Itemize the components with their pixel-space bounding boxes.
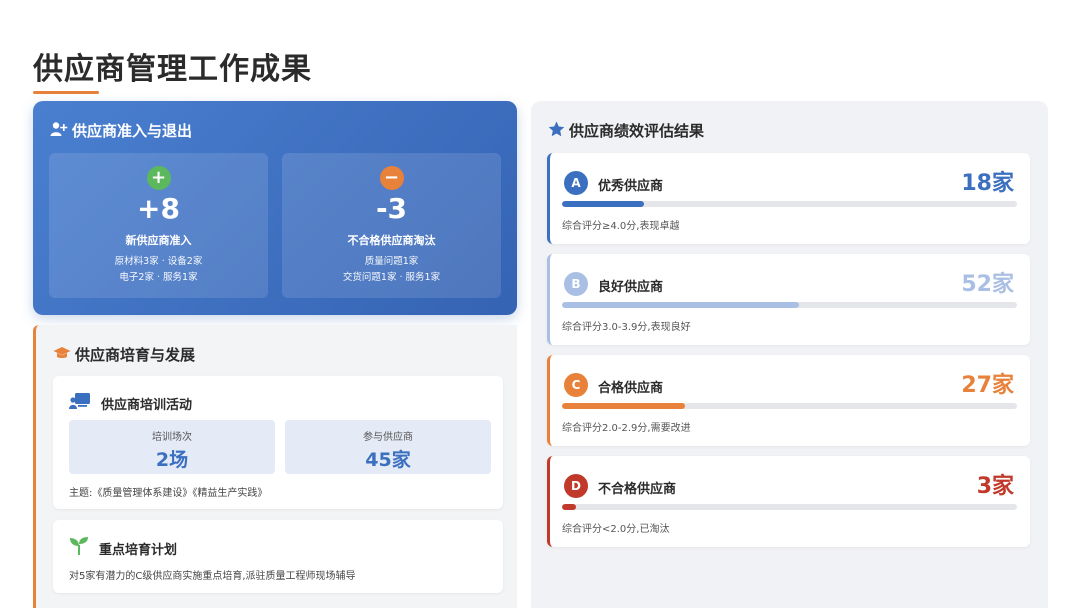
removed-supplier-detail-2: 交货问题1家 · 服务1家 [342,272,441,283]
grade-name: 合格供应商 [598,381,664,396]
training-title: 供应商培训活动 [101,397,193,413]
grade-count: 18家 [961,171,1014,196]
grade-badge: B [564,272,588,296]
plan-title: 重点培育计划 [99,542,178,558]
grade-progress-track [562,403,1017,409]
development-card-header: 供应商培育与发展 [53,344,195,365]
grade-badge: C [564,373,588,397]
minus-icon: − [379,166,404,190]
grade-count: 3家 [976,474,1014,499]
training-sessions-label: 培训场次 [152,432,192,443]
grade-card-d: D 不合格供应商 3家综合评分<2.0分,已淘汰 [547,456,1030,547]
user-plus-icon [50,121,68,141]
new-supplier-detail-2: 电子2家 · 服务1家 [119,272,198,283]
training-header: 供应商培训活动 [69,392,192,414]
training-topics: 主题:《质量管理体系建设》《精益生产实践》 [69,488,268,499]
new-supplier-stat: + +8 新供应商准入 原材料3家 · 设备2家 电子2家 · 服务1家 [49,153,268,298]
training-activity-card: 供应商培训活动 培训场次 2场 参与供应商 45家 主题:《质量管理体系建设》《… [53,376,503,509]
grade-badge: D [564,474,588,498]
training-sessions-value: 2场 [155,449,189,471]
training-sessions-box: 培训场次 2场 [69,420,275,474]
grade-name: 良好供应商 [598,280,664,295]
page-title: 供应商管理工作成果 [33,52,312,87]
development-card-title: 供应商培育与发展 [75,346,196,364]
grade-name: 优秀供应商 [598,179,664,194]
removed-supplier-detail-1: 质量问题1家 [364,256,419,267]
star-icon [548,121,565,141]
graduation-cap-icon [53,345,71,364]
grade-progress-track [562,201,1017,207]
grade-card-b: B 良好供应商 52家综合评分3.0-3.9分,表现良好 [547,254,1030,345]
supplier-performance-panel: 供应商绩效评估结果 A 优秀供应商 18家综合评分≥4.0分,表现卓越 B 良好供应商 5… [531,101,1048,608]
supplier-entry-exit-card: 供应商准入与退出 + +8 新供应商准入 原材料3家 · 设备2家 电子2家 ·… [33,101,517,315]
grade-card-c: C 合格供应商 27家综合评分2.0-2.9分,需要改进 [547,355,1030,446]
entry-card-title: 供应商准入与退出 [72,122,193,140]
supplier-development-card: 供应商培育与发展 供应商培训活动 培训场次 2场 参与供应商 45家 主题:《质… [33,325,517,608]
grade-count: 27家 [961,373,1014,398]
presentation-icon [69,392,91,414]
plan-description: 对5家有潜力的C级供应商实施重点培育,派驻质量工程师现场辅导 [69,571,356,582]
training-participants-label: 参与供应商 [363,432,413,443]
plus-icon: + [146,166,171,190]
removed-supplier-count: -3 [375,192,408,225]
performance-panel-title: 供应商绩效评估结果 [569,122,705,140]
grade-progress-fill [562,504,576,510]
grade-progress-fill [562,403,685,409]
grade-progress-track [562,504,1017,510]
grade-name: 不合格供应商 [598,482,677,497]
grade-description: 综合评分3.0-3.9分,表现良好 [562,322,691,333]
training-participants-value: 45家 [365,449,411,471]
performance-panel-header: 供应商绩效评估结果 [548,120,704,141]
grade-count: 52家 [961,272,1014,297]
grade-badge: A [564,171,588,195]
grade-description: 综合评分2.0-2.9分,需要改进 [562,423,691,434]
new-supplier-count: +8 [137,192,180,225]
entry-card-header: 供应商准入与退出 [50,120,192,141]
grade-progress-fill [562,201,644,207]
key-cultivation-plan-card: 重点培育计划 对5家有潜力的C级供应商实施重点培育,派驻质量工程师现场辅导 [53,520,503,593]
grade-description: 综合评分≥4.0分,表现卓越 [562,221,680,232]
grade-progress-track [562,302,1017,308]
new-supplier-detail-1: 原材料3家 · 设备2家 [114,256,203,267]
training-participants-box: 参与供应商 45家 [285,420,491,474]
grade-card-a: A 优秀供应商 18家综合评分≥4.0分,表现卓越 [547,153,1030,244]
title-underline [33,91,99,94]
new-supplier-label: 新供应商准入 [125,234,192,247]
removed-supplier-label: 不合格供应商淘汰 [347,234,436,247]
grade-description: 综合评分<2.0分,已淘汰 [562,524,670,535]
removed-supplier-stat: − -3 不合格供应商淘汰 质量问题1家 交货问题1家 · 服务1家 [282,153,501,298]
grade-progress-fill [562,302,799,308]
plan-header: 重点培育计划 [69,536,177,560]
sprout-icon [69,536,89,560]
